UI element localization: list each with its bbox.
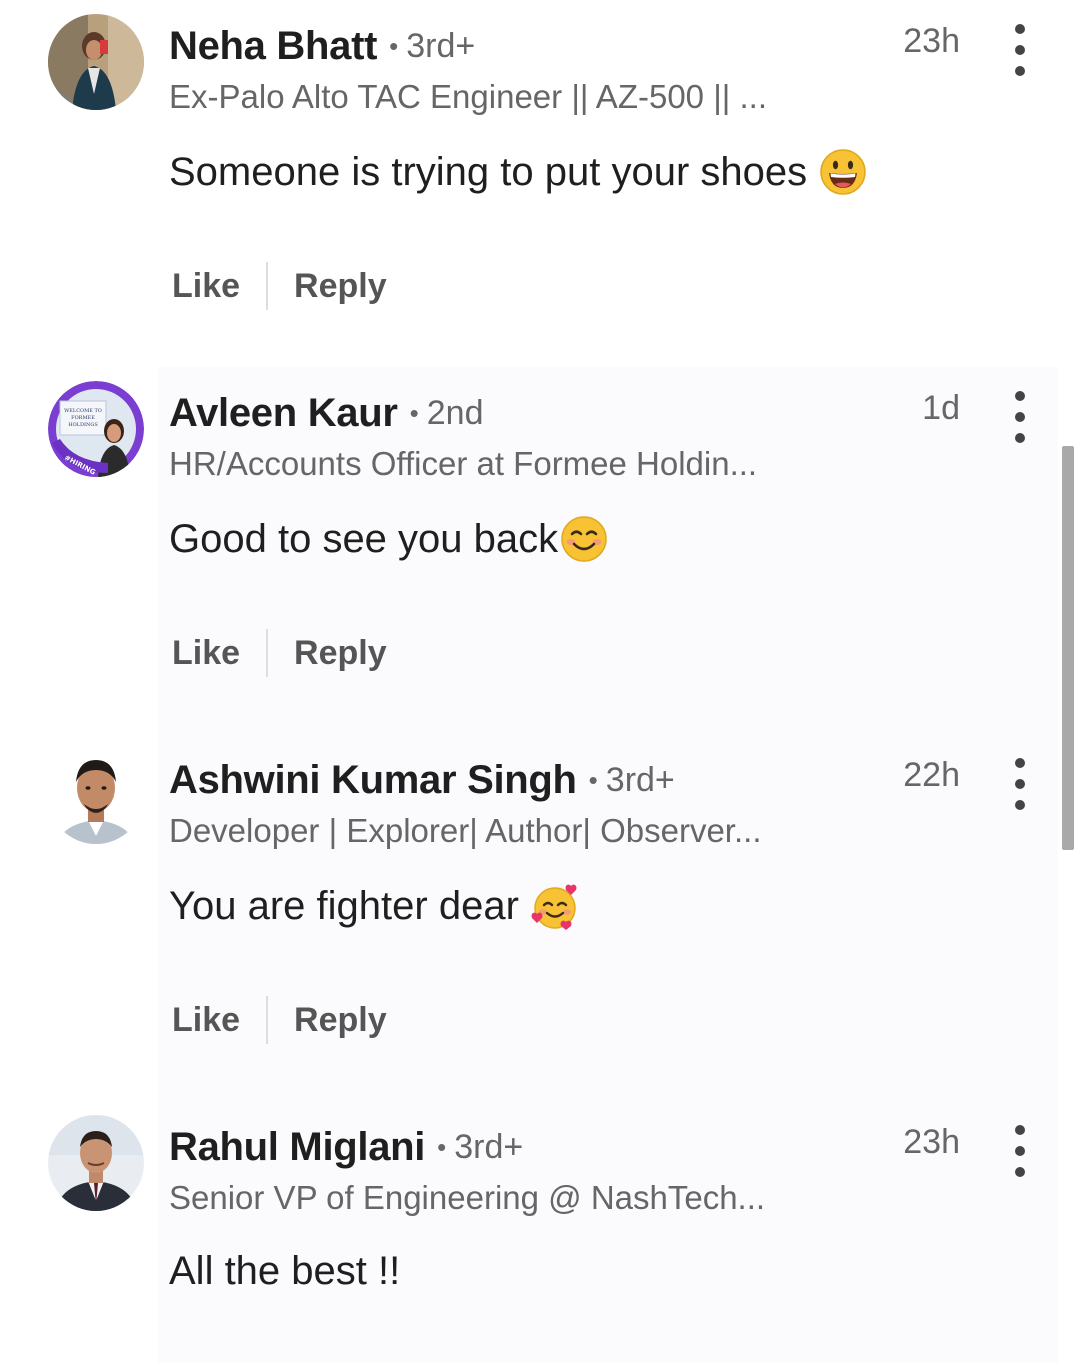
connection-degree: 3rd+ [605, 760, 675, 799]
grinning-face-emoji-icon [819, 148, 867, 196]
comment-time: 23h [903, 22, 960, 60]
comment-item: WELCOME TO FORMEE HOLDINGS #HIRING Avlee… [0, 367, 1080, 734]
author-name[interactable]: Neha Bhatt [169, 24, 377, 69]
comment-body: All the best !! [169, 1249, 401, 1293]
comment-header: Neha Bhatt • 3rd+ [169, 18, 475, 74]
separator-dot: • [588, 764, 598, 795]
like-button[interactable]: Like [172, 634, 240, 673]
more-options-icon[interactable] [1002, 391, 1038, 443]
smiling-face-with-hearts-emoji-icon [531, 882, 579, 930]
comment-body: Good to see you back [169, 516, 559, 561]
comment-header: Rahul Miglani • 3rd+ [169, 1119, 523, 1175]
reply-button[interactable]: Reply [294, 1001, 387, 1040]
separator-dot: • [437, 1131, 447, 1162]
comments-list: Neha Bhatt • 3rd+ 23h Ex-Palo Alto TAC E… [0, 0, 1080, 1363]
author-name[interactable]: Avleen Kaur [169, 391, 398, 436]
comment-text: Good to see you back [169, 515, 608, 563]
author-name[interactable]: Rahul Miglani [169, 1125, 425, 1170]
separator-dot: • [409, 397, 419, 428]
scrollbar[interactable] [1062, 446, 1074, 850]
comment-body: You are fighter dear [169, 883, 519, 928]
connection-degree: 3rd+ [406, 26, 476, 65]
connection-degree: 3rd+ [454, 1127, 524, 1166]
comment-text: Someone is trying to put your shoes [169, 148, 867, 196]
reply-button[interactable]: Reply [294, 634, 387, 673]
separator-dot: • [389, 30, 399, 61]
comment-time: 22h [903, 756, 960, 794]
author-headline: HR/Accounts Officer at Formee Holdin... [169, 445, 758, 482]
avatar[interactable] [48, 1115, 144, 1211]
sign-text: WELCOME TO [64, 408, 102, 414]
comment-text: All the best !! [169, 1249, 400, 1294]
avatar[interactable] [48, 14, 144, 110]
action-divider [266, 629, 269, 677]
more-options-icon[interactable] [1002, 24, 1038, 76]
connection-degree: 2nd [426, 393, 484, 432]
action-divider [266, 262, 269, 310]
more-options-icon[interactable] [1002, 1125, 1038, 1177]
sign-text: FORMEE [71, 415, 95, 421]
comment-header: Avleen Kaur • 2nd [169, 385, 483, 441]
comment-time: 1d [922, 389, 960, 427]
sign-text: HOLDINGS [68, 422, 98, 428]
comment-body: Someone is trying to put your shoes [169, 149, 808, 194]
comment-text: You are fighter dear [169, 882, 579, 930]
comment-item: Rahul Miglani • 3rd+ 23h Senior VP of En… [0, 1101, 1080, 1363]
comment-header: Ashwini Kumar Singh • 3rd+ [169, 752, 675, 808]
like-button[interactable]: Like [172, 267, 240, 306]
comment-item: Neha Bhatt • 3rd+ 23h Ex-Palo Alto TAC E… [0, 0, 1080, 367]
like-button[interactable]: Like [172, 1001, 240, 1040]
action-divider [266, 996, 269, 1044]
author-headline: Senior VP of Engineering @ NashTech... [169, 1179, 766, 1216]
avatar[interactable]: WELCOME TO FORMEE HOLDINGS #HIRING [48, 381, 144, 477]
avatar[interactable] [48, 748, 144, 844]
comment-actions: Like Reply [172, 262, 387, 310]
author-headline: Ex-Palo Alto TAC Engineer || AZ-500 || .… [169, 78, 768, 115]
smiling-face-emoji-icon [560, 515, 608, 563]
comment-time: 23h [903, 1123, 960, 1161]
reply-button[interactable]: Reply [294, 267, 387, 306]
more-options-icon[interactable] [1002, 758, 1038, 810]
comment-item: Ashwini Kumar Singh • 3rd+ 22h Developer… [0, 734, 1080, 1101]
comment-actions: Like Reply [172, 996, 387, 1044]
author-headline: Developer | Explorer| Author| Observer..… [169, 812, 762, 849]
comment-actions: Like Reply [172, 629, 387, 677]
author-name[interactable]: Ashwini Kumar Singh [169, 758, 577, 803]
